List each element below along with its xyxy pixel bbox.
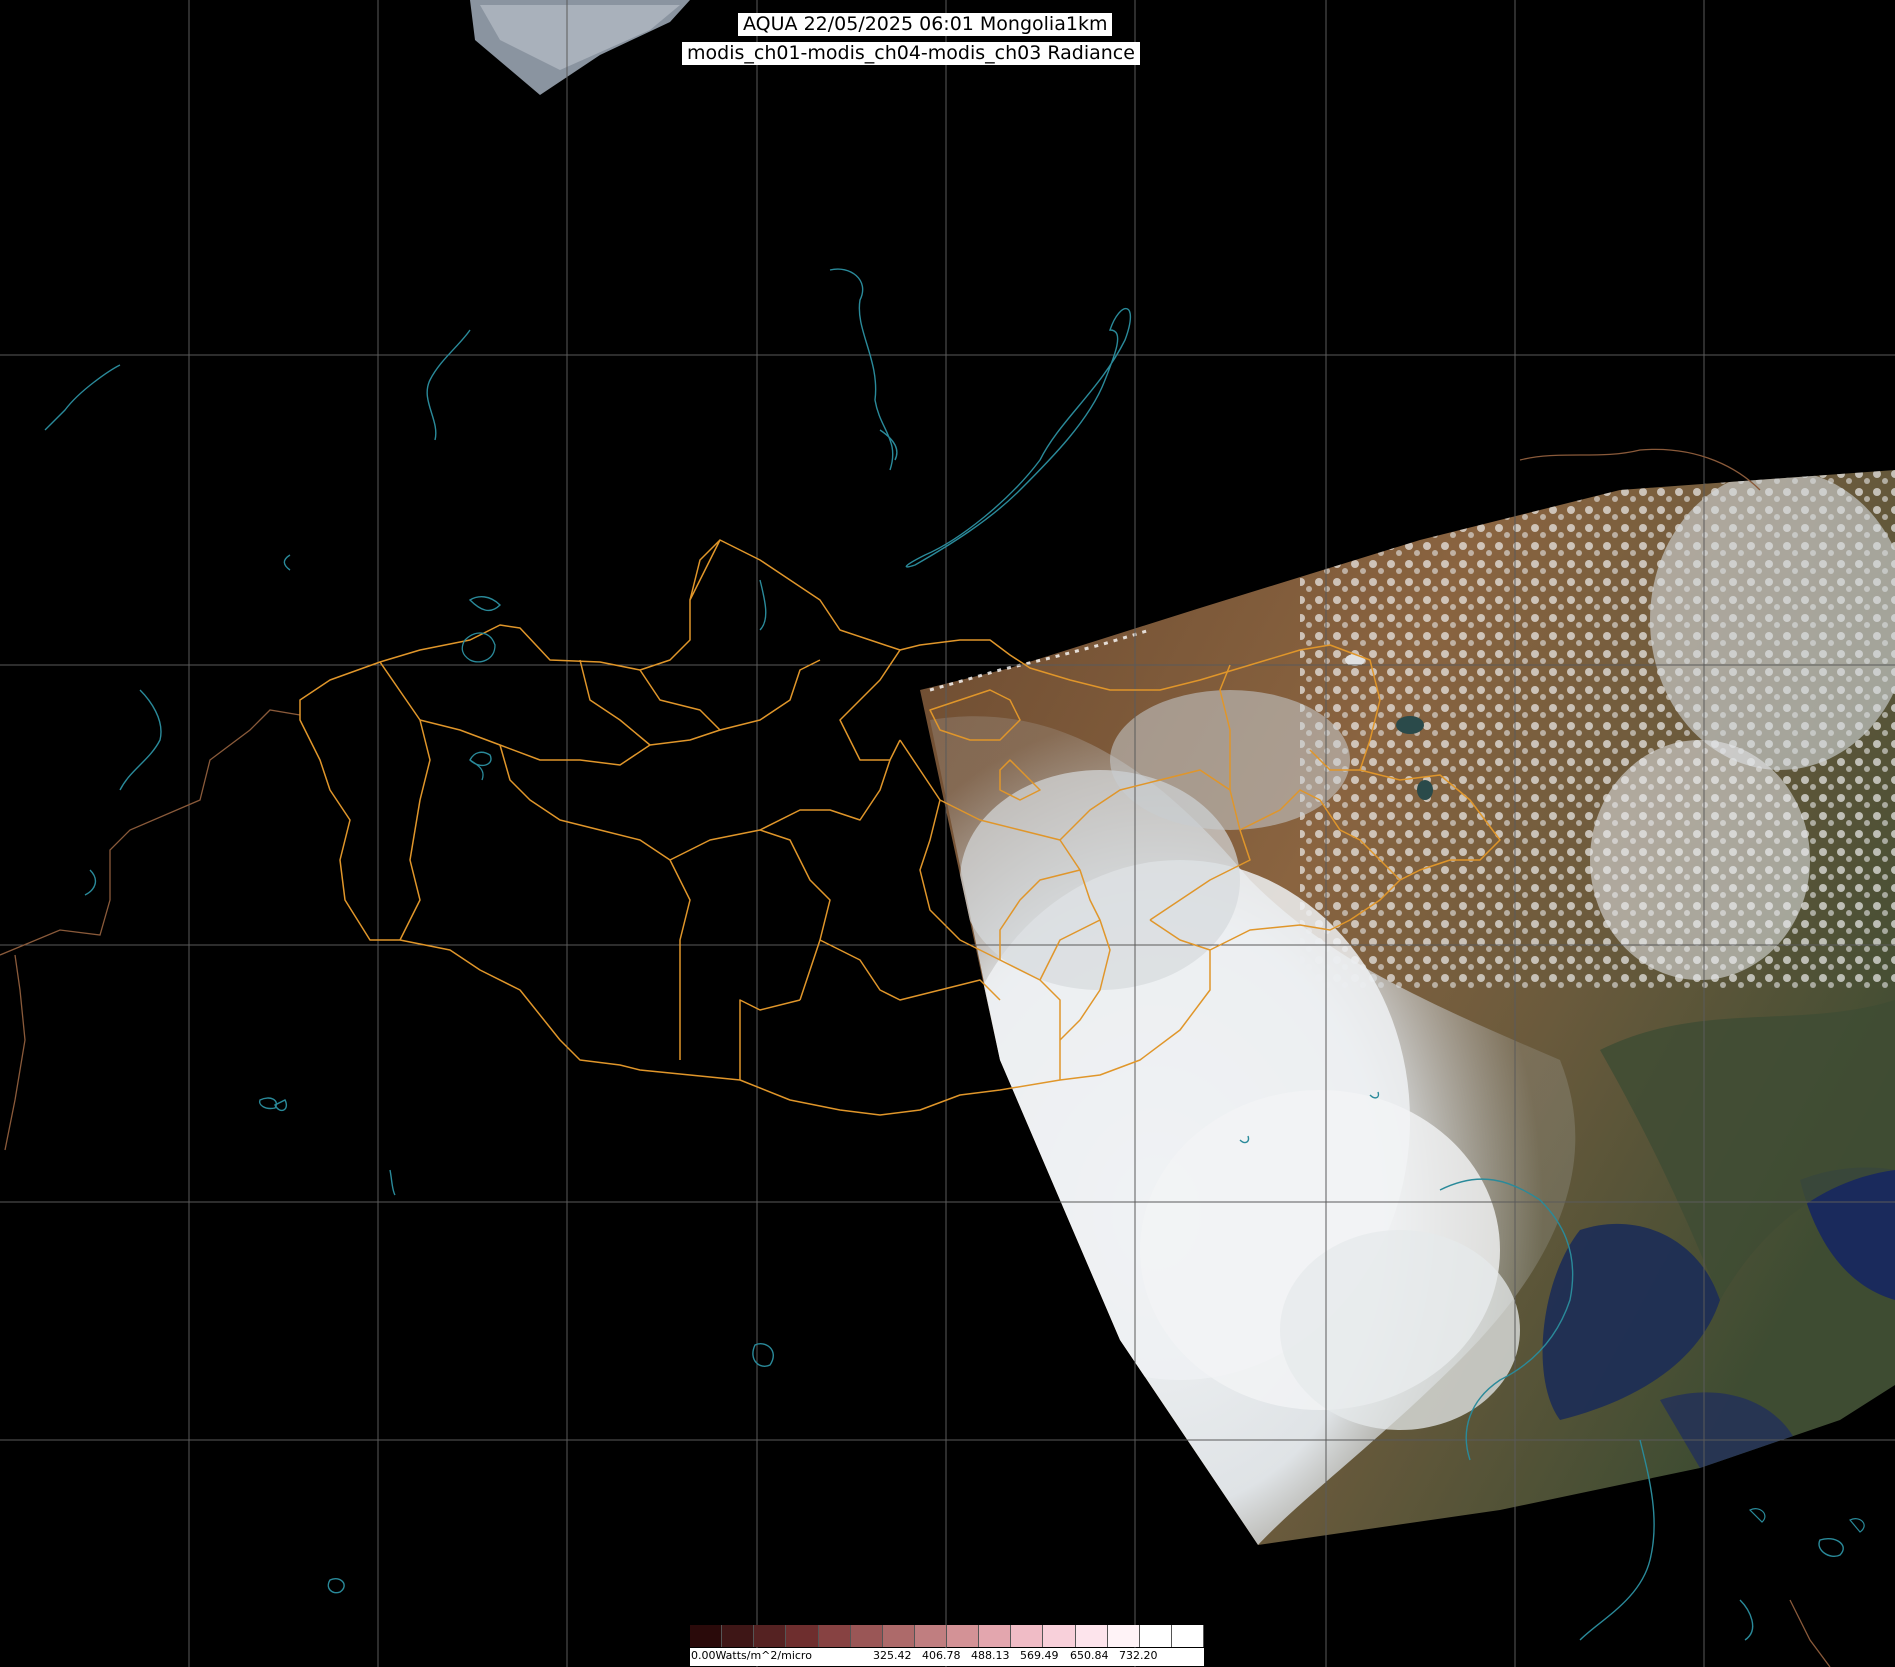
inland-lakes [461,632,496,781]
top-swath-fragment [470,0,690,95]
colorbar-swatch [754,1625,787,1647]
colorbar-tick-label: 325.42 [873,1649,912,1662]
colorbar-swatch [1139,1625,1172,1647]
colorbar-swatch [914,1625,947,1647]
colorbar-unit-label: 0.00Watts/m^2/micro [691,1649,812,1662]
colorbar-swatch [882,1625,915,1647]
satellite-swath [920,470,1895,1545]
colorbar-swatch [850,1625,883,1647]
colorbar-swatch [818,1625,851,1647]
colorbar-swatch [979,1625,1012,1647]
colorbar-swatch [722,1625,755,1647]
southern-islands [1748,1508,1865,1533]
satellite-map [0,0,1895,1667]
colorbar-swatch [1171,1625,1204,1647]
title-line-channels: modis_ch01-modis_ch04-modis_ch03 Radianc… [682,42,1140,65]
colorbar-ramp [690,1625,1204,1647]
colorbar-tick-label: 488.13 [971,1649,1010,1662]
colorbar-tick-label: 406.78 [922,1649,961,1662]
colorbar-swatch [786,1625,819,1647]
colorbar-swatch [1107,1625,1140,1647]
colorbar-tick-label: 650.84 [1070,1649,1109,1662]
colorbar-tick-label: 569.49 [1020,1649,1059,1662]
colorbar-swatch [1075,1625,1108,1647]
colorbar-swatch [947,1625,980,1647]
colorbar-swatch [1043,1625,1076,1647]
colorbar-tick-label: 732.20 [1119,1649,1158,1662]
colorbar-swatch [690,1625,723,1647]
title-line-satellite-date: AQUA 22/05/2025 06:01 Mongolia1km [738,13,1113,36]
colorbar-labels: 0.00Watts/m^2/micro 325.42 406.78 488.13… [690,1648,1204,1666]
colorbar-legend: 0.00Watts/m^2/micro 325.42 406.78 488.13… [690,1625,1204,1667]
colorbar-swatch [1011,1625,1044,1647]
